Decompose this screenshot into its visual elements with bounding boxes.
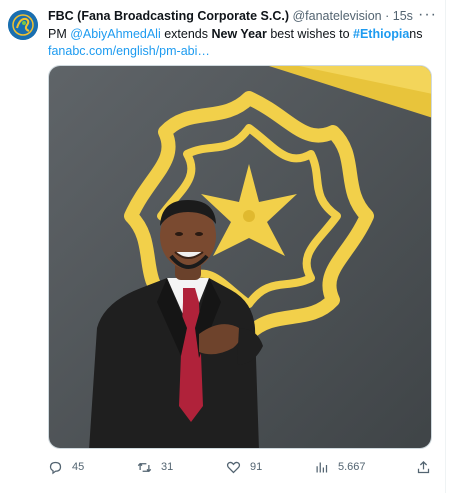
share-icon: [417, 460, 430, 473]
separator-dot: ·: [385, 9, 390, 23]
views-button[interactable]: 5.667: [314, 458, 366, 476]
reply-icon: [49, 461, 62, 474]
tweet-photo[interactable]: [48, 65, 432, 449]
avatar[interactable]: [8, 10, 38, 40]
retweet-icon: [137, 462, 152, 472]
article-link[interactable]: fanabc.com/english/pm-abi…: [48, 44, 210, 58]
text-suffix: ns: [409, 27, 423, 41]
reply-count: 45: [72, 461, 85, 473]
photo-illustration: [49, 66, 431, 448]
retweet-button[interactable]: 31: [137, 458, 173, 476]
tweet-timestamp[interactable]: 15s: [393, 9, 413, 23]
display-name[interactable]: FBC (Fana Broadcasting Corporate S.C.): [48, 9, 289, 23]
text-mid: extends: [160, 27, 212, 41]
tweet-actions: 45 31 91 5.667: [48, 458, 432, 476]
views-icon: [316, 462, 328, 472]
hashtag-link[interactable]: #Ethiopia: [353, 27, 409, 41]
share-button[interactable]: [416, 458, 431, 476]
reply-button[interactable]: 45: [48, 458, 84, 476]
like-count: 91: [250, 461, 263, 473]
retweet-count: 31: [161, 461, 174, 473]
mention-link[interactable]: @AbiyAhmedAli: [70, 27, 161, 41]
tweet-header: FBC (Fana Broadcasting Corporate S.C.) @…: [48, 9, 413, 23]
tweet-text: PM @AbiyAhmedAli extends New Year best w…: [48, 26, 428, 60]
view-count: 5.667: [338, 461, 366, 473]
user-handle[interactable]: @fanatelevision: [292, 9, 381, 23]
heart-icon: [226, 461, 241, 473]
tweet-card[interactable]: FBC (Fana Broadcasting Corporate S.C.) @…: [0, 0, 446, 493]
like-button[interactable]: 91: [226, 458, 262, 476]
text-prefix: PM: [48, 27, 71, 41]
fbc-logo-icon: [8, 10, 38, 40]
text-mid2: best wishes to: [266, 27, 354, 41]
bold-phrase: New Year: [211, 27, 267, 41]
more-options-icon[interactable]: ···: [418, 6, 437, 24]
